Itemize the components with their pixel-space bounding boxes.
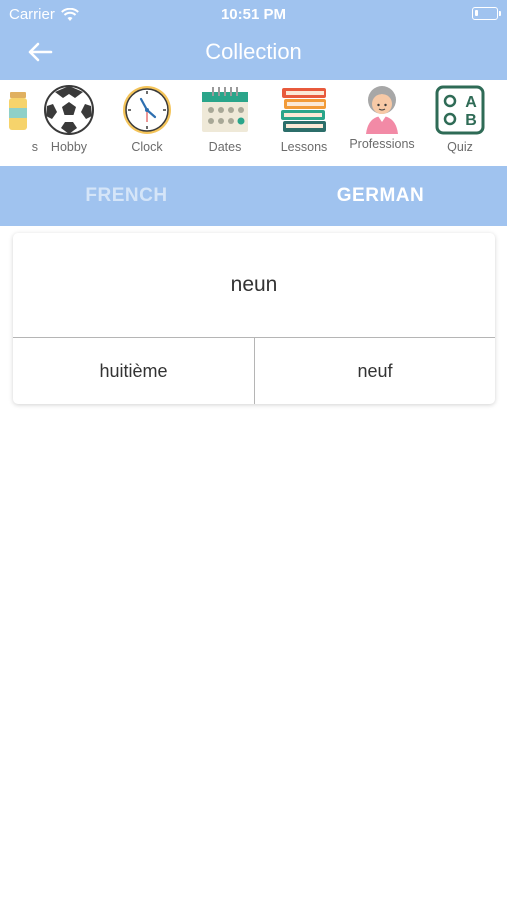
category-strip[interactable]: s Hobby Clock Dates Lessons Professions … [0, 80, 507, 166]
category-item-clock[interactable]: Clock [109, 80, 185, 166]
svg-text:B: B [465, 112, 477, 129]
answer-option-1[interactable]: huitième [13, 338, 254, 404]
category-label: Dates [208, 140, 242, 154]
category-label: Hobby [50, 140, 88, 154]
calendar-icon [202, 87, 248, 132]
page-title: Collection [205, 39, 302, 64]
category-item-lessons[interactable]: Lessons [266, 80, 342, 166]
category-item-hobby[interactable]: Hobby [31, 80, 107, 166]
category-label: Clock [131, 140, 163, 154]
clock-icon [123, 86, 171, 134]
status-bar: Carrier 10:51 PM [0, 0, 507, 28]
battery-level [475, 10, 478, 16]
category-item-quiz[interactable]: A B Quiz [422, 80, 498, 166]
svg-text:A: A [465, 94, 477, 111]
category-label: Quiz [447, 140, 473, 154]
status-time: 10:51 PM [220, 6, 287, 23]
soccer-ball-icon [44, 85, 94, 135]
books-icon [281, 88, 326, 132]
quiz-card: neun huitième neuf [13, 233, 495, 404]
category-item-dates[interactable]: Dates [187, 80, 263, 166]
nav-bar: Collection [0, 28, 507, 80]
grandmother-icon [366, 86, 398, 134]
tab-german[interactable]: GERMAN [254, 166, 507, 226]
question-word: neun [230, 273, 278, 296]
category-label: Lessons [280, 140, 328, 154]
tab-french[interactable]: FRENCH [0, 166, 253, 226]
jars-icon [9, 92, 27, 130]
answer-option-2[interactable]: neuf [255, 338, 495, 404]
language-tabs: FRENCH GERMAN [0, 166, 507, 226]
battery-icon [472, 7, 501, 20]
app-header: Carrier 10:51 PM Collection [0, 0, 507, 80]
category-label: Professions [349, 137, 415, 151]
quiz-abc-icon: A B [435, 85, 485, 135]
category-item-professions[interactable]: Professions [344, 80, 420, 166]
